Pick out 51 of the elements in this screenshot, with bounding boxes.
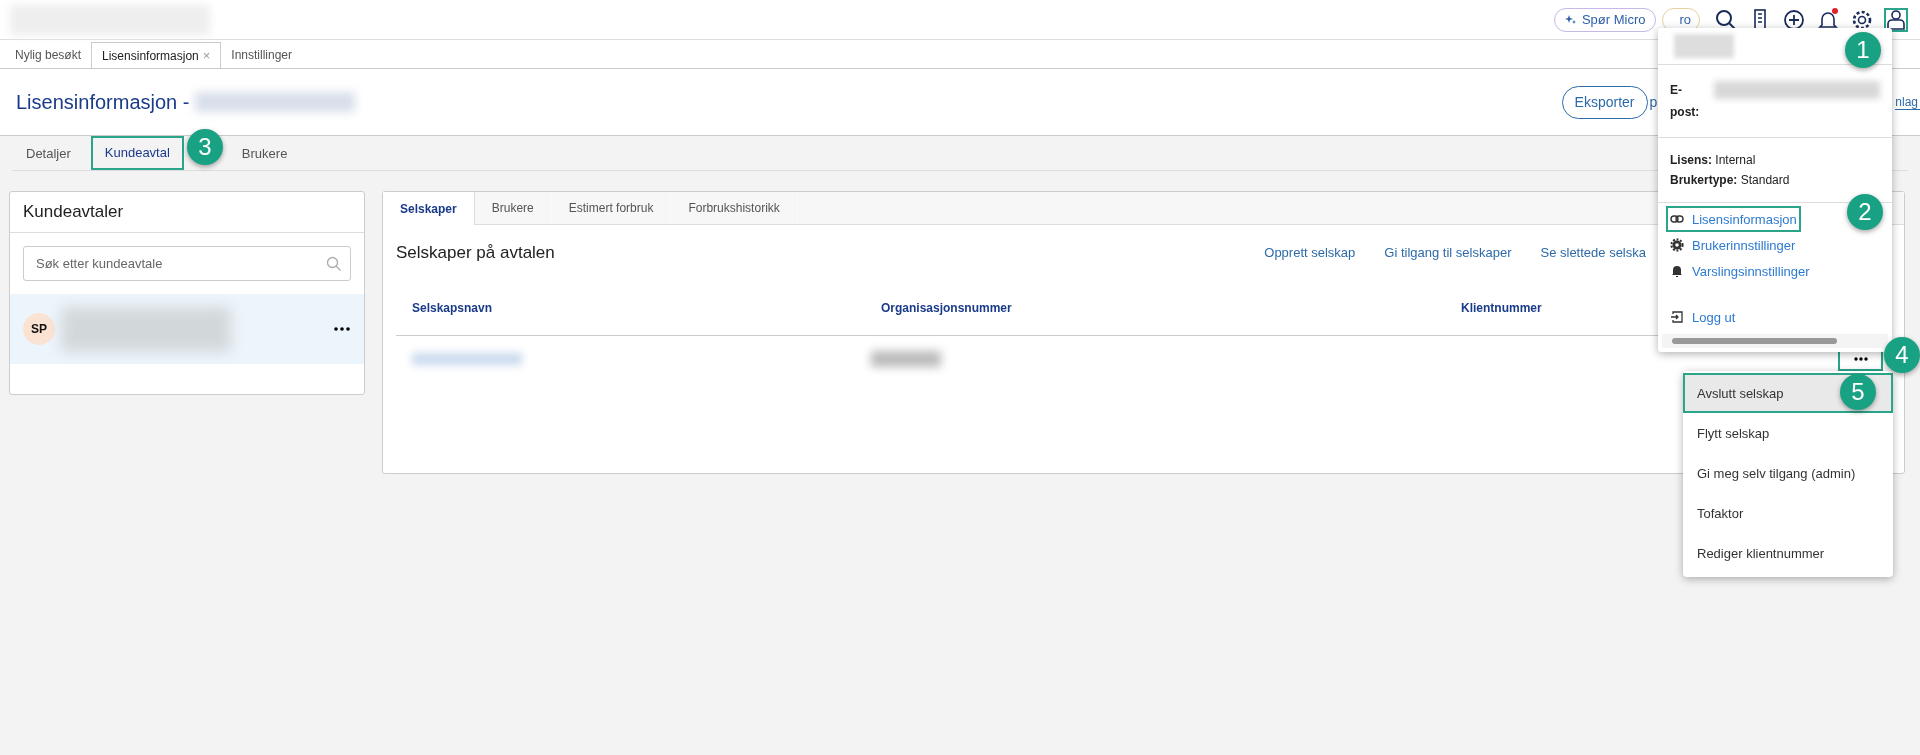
action-link[interactable]: Se slettede selska (1540, 245, 1646, 260)
section-tab[interactable]: Selskaper (383, 192, 475, 225)
step-badge: 4 (1884, 337, 1920, 373)
menu-item[interactable]: Logg ut (1666, 304, 1740, 330)
menu-item[interactable]: Varslingsinnstillinger (1666, 258, 1814, 284)
open-tab[interactable]: Lisensinformasjon × (91, 42, 222, 68)
export-button[interactable]: Eksporter (1561, 85, 1648, 119)
blurred-text (871, 350, 941, 367)
bell-icon (1670, 264, 1684, 278)
page-tab[interactable]: Brukere (227, 136, 302, 170)
search-field[interactable]: Søk etter kundeavtale (23, 246, 351, 281)
column-header: Selskapsnavn (411, 300, 494, 315)
partial-button[interactable]: nlag (1895, 94, 1920, 110)
logout-icon (1670, 310, 1684, 324)
page-tab[interactable]: Detaljer (12, 136, 85, 170)
open-tab[interactable]: Innstillinger (221, 42, 303, 68)
info-text: Lisens: Internal (1670, 152, 1757, 169)
section-tab[interactable]: Estimert forbruk (551, 192, 672, 224)
scrollbar[interactable] (1662, 334, 1888, 348)
more-icon[interactable] (334, 327, 350, 331)
menu-item[interactable]: Flytt selskap (1683, 413, 1893, 453)
ask-micro-button[interactable]: Spør Micro (1553, 7, 1657, 32)
open-tab[interactable]: Nylig besøkt (5, 42, 92, 68)
panel-title: Kundeavtaler (10, 192, 364, 233)
sparkle-icon (1564, 13, 1577, 26)
section-heading: Selskaper på avtalen (396, 242, 555, 263)
user-icon[interactable] (1884, 7, 1908, 32)
avatar: SP (23, 313, 55, 345)
page-tab[interactable]: Kundeavtal (90, 136, 184, 170)
menu-item[interactable]: Lisensinformasjon (1666, 206, 1801, 232)
menu-item[interactable]: Brukerinnstillinger (1666, 232, 1800, 258)
action-link[interactable]: Opprett selskap (1264, 245, 1356, 260)
field-label: E-post: (1670, 82, 1701, 121)
column-header: Klientnummer (1461, 300, 1542, 315)
column-header: Organisasjonsnummer (881, 300, 1013, 315)
partial-link[interactable]: p (1649, 94, 1658, 110)
menu-item[interactable]: Rediger klientnummer (1683, 533, 1893, 573)
action-link[interactable]: Gi tilgang til selskaper (1384, 245, 1512, 260)
blurred-text (1674, 34, 1734, 58)
menu-item[interactable]: Tofaktor (1683, 493, 1893, 533)
section-tab[interactable]: Brukere (474, 192, 552, 224)
agreement-row[interactable]: SP (10, 294, 364, 364)
menu-item[interactable]: Gi meg selv tilgang (admin) (1683, 453, 1893, 493)
gear-icon (1670, 238, 1684, 252)
search-icon (326, 256, 342, 272)
section-tab[interactable]: Forbrukshistorikk (671, 192, 798, 224)
link-icon (1670, 212, 1684, 226)
page-title: Lisensinformasjon - (16, 90, 190, 114)
more-icon (1853, 356, 1868, 361)
step-badge: 3 (187, 129, 223, 165)
info-text: Brukertype: Standard (1670, 172, 1791, 189)
